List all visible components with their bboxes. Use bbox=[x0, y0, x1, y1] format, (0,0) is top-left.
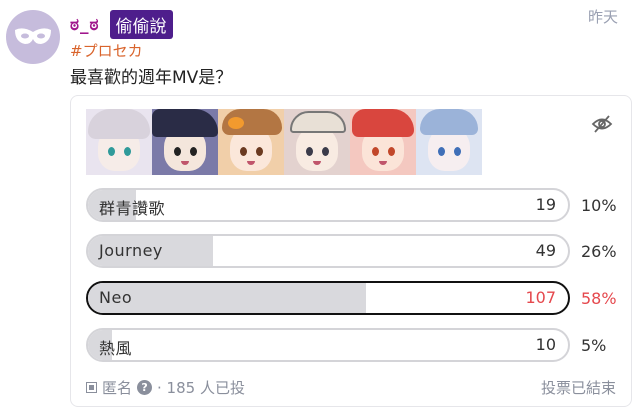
post-title: 最喜歡的週年MV是？ bbox=[70, 68, 233, 88]
post-time: 昨天 bbox=[587, 8, 618, 26]
poll-option-label: Neo bbox=[99, 288, 133, 307]
poll-option-percent: 58% bbox=[581, 289, 617, 308]
eye-slash-icon[interactable] bbox=[591, 113, 613, 135]
poll-option-label: 熱風 bbox=[99, 339, 133, 358]
post-header: ಠ_ಠ 偷偷說 bbox=[70, 10, 173, 39]
thumbnail-image bbox=[218, 109, 284, 175]
poll-option-percent: 26% bbox=[581, 242, 617, 261]
poll-option[interactable]: 熱風 10 bbox=[86, 328, 570, 362]
poll-option-label: 群青讚歌 bbox=[99, 199, 166, 218]
thumbnail-image bbox=[284, 109, 350, 175]
poll-option[interactable]: 群青讚歌 19 bbox=[86, 188, 570, 222]
poll-option-label: Journey bbox=[99, 241, 163, 260]
poll-status: 投票已結束 bbox=[540, 379, 616, 397]
question-circle-icon[interactable]: ? bbox=[137, 380, 153, 395]
stop-square-icon bbox=[86, 382, 97, 393]
poll-thumbnails bbox=[86, 109, 482, 175]
poll-option-votes: 49 bbox=[535, 241, 556, 260]
poll-card: 群青讚歌 19 10% Journey 49 26% Neo 107 58% 熱… bbox=[70, 95, 632, 407]
username[interactable]: ಠ_ಠ bbox=[70, 15, 100, 35]
anonymous-label: 匿名 bbox=[102, 379, 133, 397]
poll-option-percent: 10% bbox=[581, 196, 617, 215]
voters-count: · 185 人已投 bbox=[157, 379, 245, 397]
post-tag[interactable]: #プロセカ bbox=[70, 40, 143, 61]
masquerade-mask-icon bbox=[15, 28, 51, 44]
thumbnail-image bbox=[350, 109, 416, 175]
poll-option-percent: 5% bbox=[581, 336, 607, 355]
poll-option-votes: 107 bbox=[525, 288, 556, 307]
poll-option-votes: 10 bbox=[535, 335, 556, 354]
poll-option-votes: 19 bbox=[535, 195, 556, 214]
board-badge[interactable]: 偷偷說 bbox=[109, 10, 173, 39]
thumbnail-image bbox=[86, 109, 152, 175]
poll-option-selected[interactable]: Neo 107 bbox=[86, 281, 570, 315]
thumbnail-image bbox=[416, 109, 482, 175]
poll-option[interactable]: Journey 49 bbox=[86, 234, 570, 268]
thumbnail-image bbox=[152, 109, 218, 175]
poll-footer-info: 匿名 ? · 185 人已投 bbox=[86, 377, 245, 398]
avatar[interactable] bbox=[6, 10, 60, 64]
